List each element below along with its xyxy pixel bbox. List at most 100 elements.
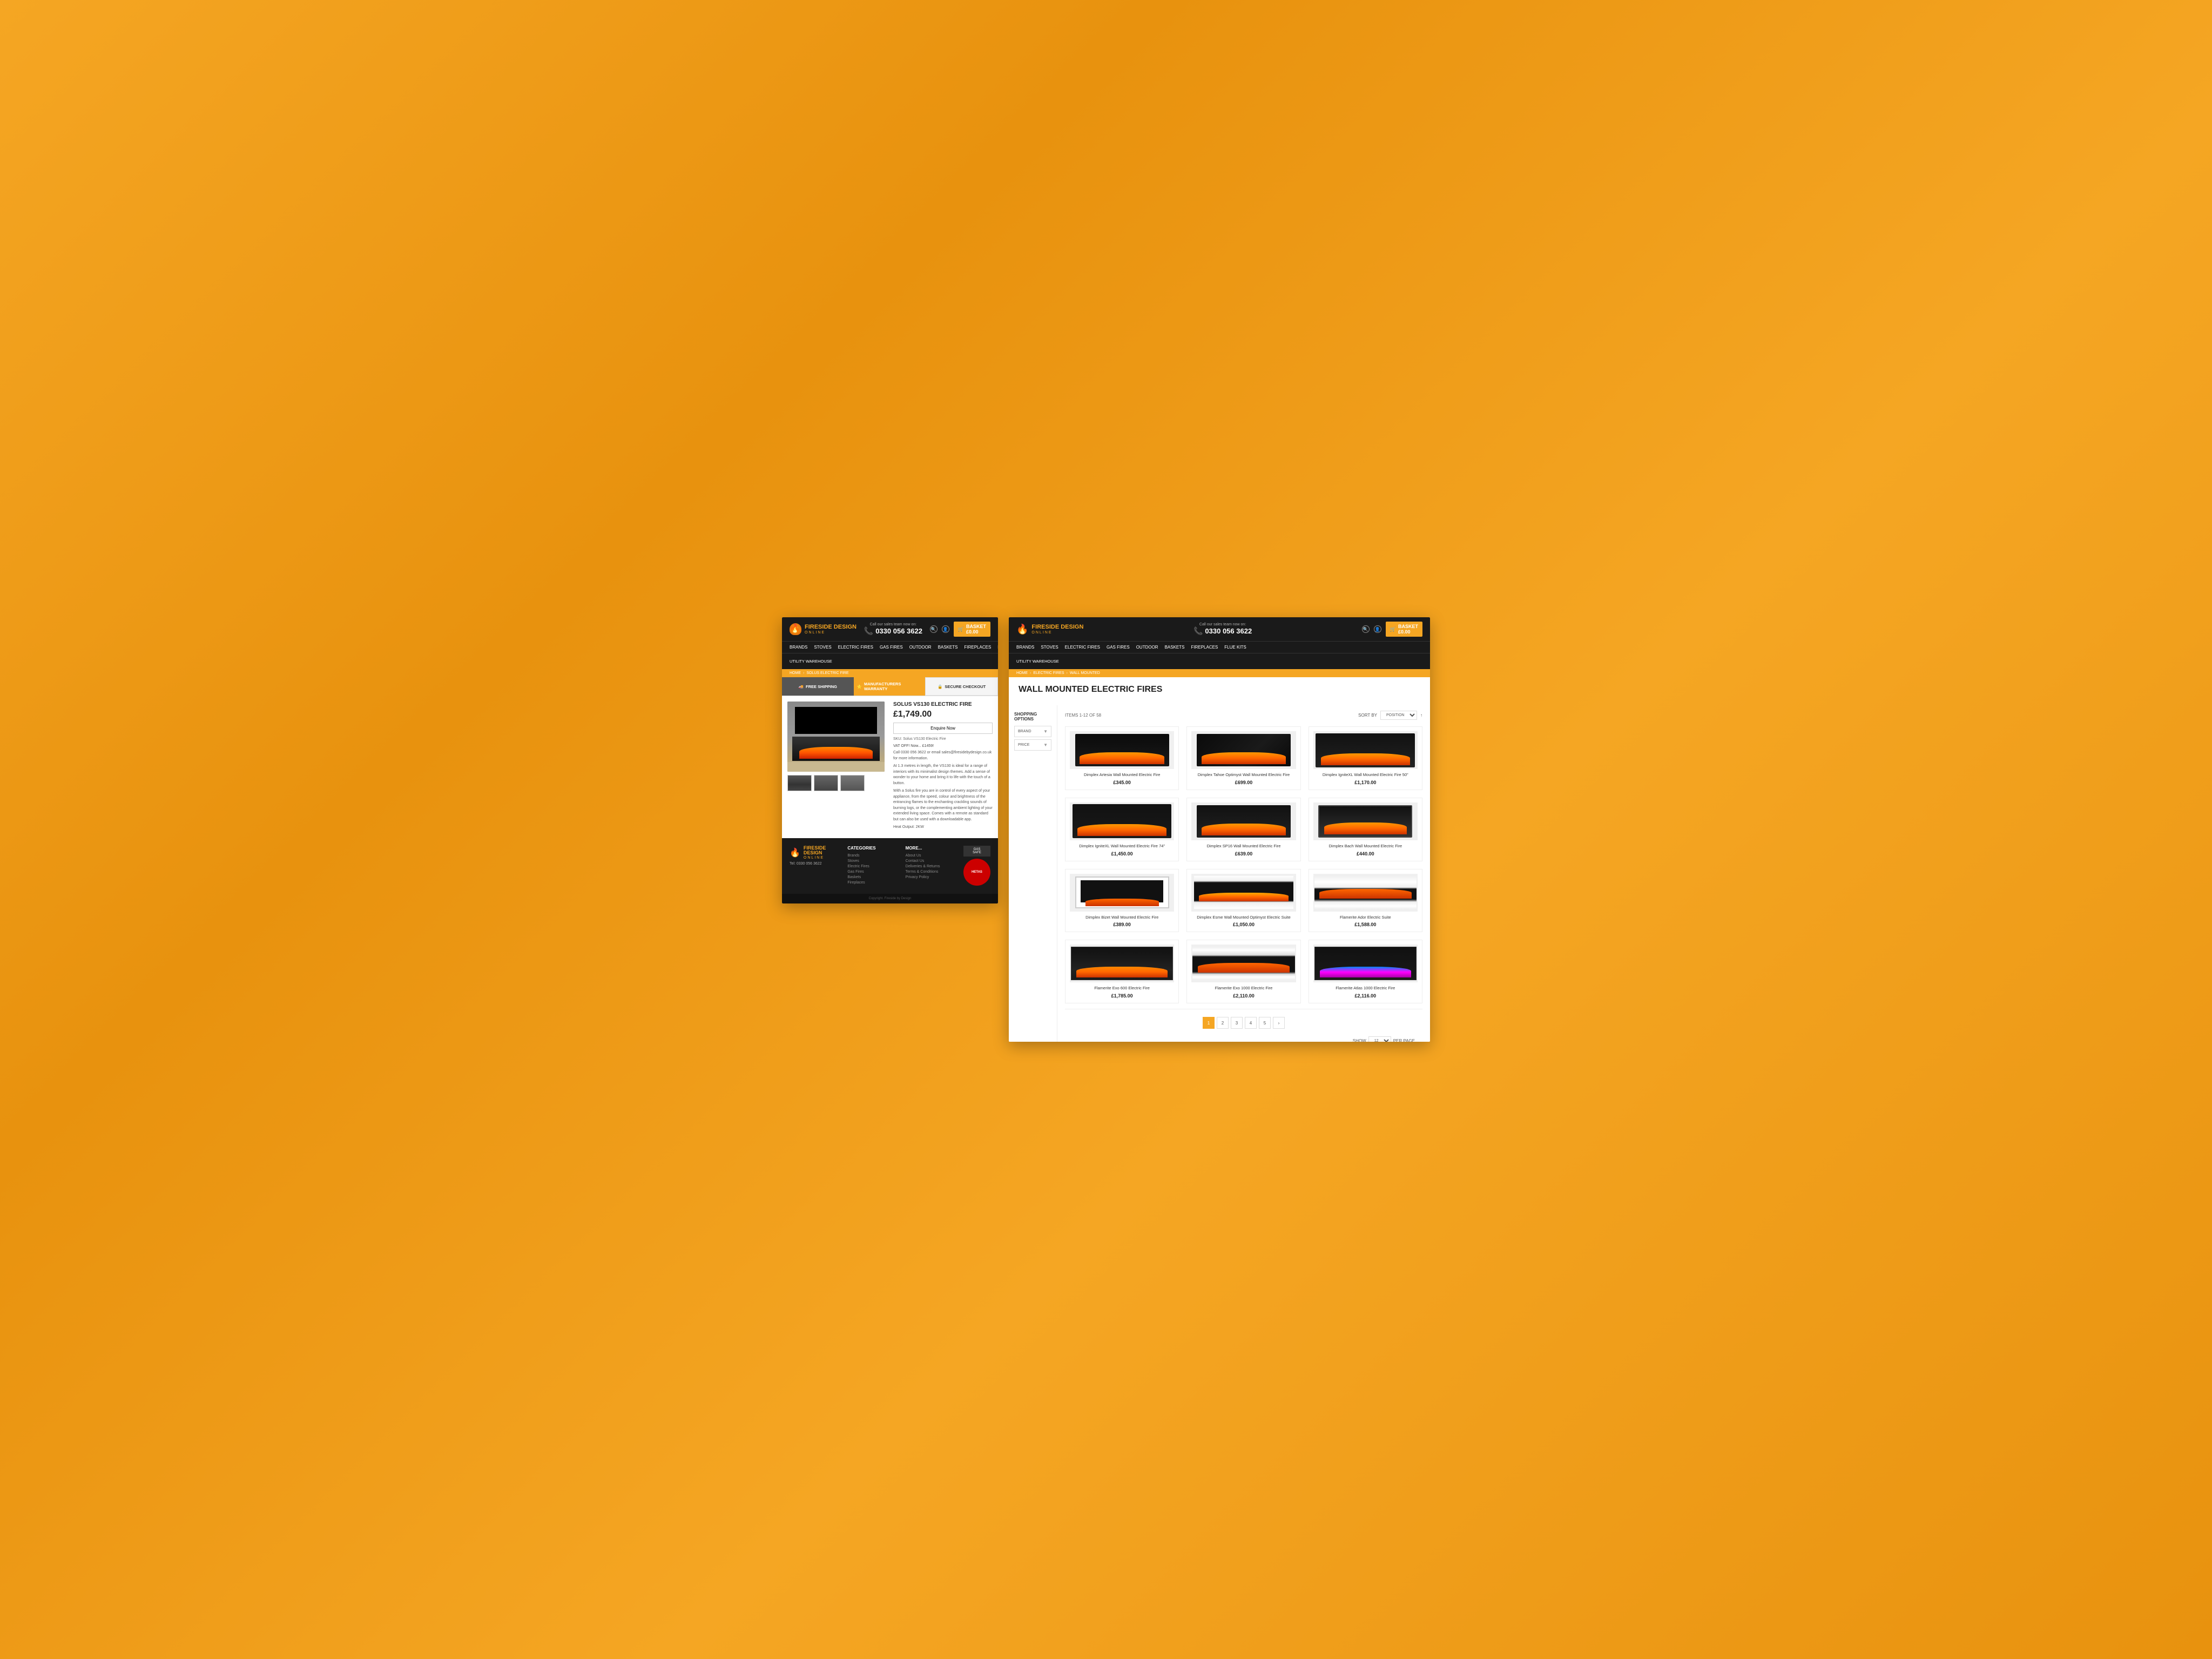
nav-utility[interactable]: UTILITY WAREHOUSE bbox=[790, 656, 990, 667]
product-card-artesia[interactable]: Dimplex Artesia Wall Mounted Electric Fi… bbox=[1065, 726, 1179, 790]
footer-more: MORE... About Us Contact Us Deliveries &… bbox=[906, 846, 956, 886]
cat-nav-utility[interactable]: UTILITY WAREHOUSE bbox=[1016, 656, 1422, 667]
sort-select[interactable]: POSITION bbox=[1380, 711, 1417, 720]
product-card-exo1000[interactable]: Flamerite Exo 1000 Electric Fire £2,110.… bbox=[1186, 940, 1300, 1003]
footer-baskets[interactable]: Baskets bbox=[847, 875, 898, 879]
cat-basket-button[interactable]: 🛒 BASKET £0.00 bbox=[1386, 622, 1422, 637]
cat-account-icon[interactable]: 👤 bbox=[1374, 625, 1381, 633]
cat-nav-fireplaces[interactable]: FIREPLACES bbox=[1191, 642, 1218, 653]
cat-bc-home[interactable]: HOME bbox=[1016, 671, 1028, 675]
breadcrumb-home[interactable]: HOME bbox=[790, 671, 801, 675]
product-card-exo600[interactable]: Flamerite Exo 600 Electric Fire £1,785.0… bbox=[1065, 940, 1179, 1003]
footer-about[interactable]: About Us bbox=[906, 854, 956, 858]
footer-fireplaces[interactable]: Fireplaces bbox=[847, 881, 898, 885]
fireplace-img-ignitexl74 bbox=[1073, 804, 1172, 838]
footer-brands[interactable]: Brands bbox=[847, 854, 898, 858]
product-card-ignitexl74[interactable]: Dimplex IgniteXL Wall Mounted Electric F… bbox=[1065, 798, 1179, 861]
fireplace-img-tahoe bbox=[1197, 734, 1291, 766]
product-card-bizet[interactable]: Dimplex Bizet Wall Mounted Electric Fire… bbox=[1065, 869, 1179, 933]
product-card-ador[interactable]: Flamerite Ador Electric Suite £1,588.00 bbox=[1309, 869, 1422, 933]
product-price-ador: £1,588.00 bbox=[1313, 922, 1418, 927]
cat-bc-electric[interactable]: ELECTRIC FIRES bbox=[1033, 671, 1064, 675]
promo-free-shipping: 🚚 FREE SHIPPING bbox=[782, 677, 854, 696]
thumbnail-3[interactable] bbox=[840, 775, 865, 791]
product-price-atlas: £2,116.00 bbox=[1313, 993, 1418, 999]
footer-contact[interactable]: Contact Us bbox=[906, 859, 956, 863]
category-page-card: 🔥 FIRESIDE DESIGN ONLINE Call our sales … bbox=[1009, 617, 1430, 1042]
nav-electric[interactable]: ELECTRIC FIRES bbox=[838, 642, 873, 653]
footer-online: ONLINE bbox=[804, 856, 840, 860]
cat-search-icon[interactable]: 🔍 bbox=[1362, 625, 1370, 633]
footer-stoves[interactable]: Stoves bbox=[847, 859, 898, 863]
nav-brands[interactable]: BRANDS bbox=[790, 642, 807, 653]
price-filter[interactable]: PRICE ▼ bbox=[1014, 739, 1051, 751]
nav-stoves[interactable]: STOVES bbox=[814, 642, 831, 653]
cat-nav-gas[interactable]: GAS FIRES bbox=[1107, 642, 1130, 653]
sort-direction-icon[interactable]: ↑ bbox=[1420, 713, 1422, 718]
logo-flame-icon: 🔥 bbox=[790, 623, 801, 635]
category-layout: SHOPPING OPTIONS BRAND ▼ PRICE ▼ ITEMS 1… bbox=[1009, 705, 1430, 1042]
product-img-atlas bbox=[1313, 945, 1418, 982]
footer-electric[interactable]: Electric Fires bbox=[847, 865, 898, 868]
search-icon[interactable]: 🔍 bbox=[930, 625, 938, 633]
product-name-exo600: Flamerite Exo 600 Electric Fire bbox=[1070, 986, 1174, 991]
cat-basket-amount: £0.00 bbox=[1398, 629, 1418, 635]
product-card-esme[interactable]: Dimplex Esme Wall Mounted Optimyst Elect… bbox=[1186, 869, 1300, 933]
enquire-button[interactable]: Enquire Now bbox=[893, 723, 993, 734]
nav-gas[interactable]: GAS FIRES bbox=[880, 642, 903, 653]
product-card-bach[interactable]: Dimplex Bach Wall Mounted Electric Fire … bbox=[1309, 798, 1422, 861]
cat-nav-stoves[interactable]: STOVES bbox=[1041, 642, 1058, 653]
cat-logo[interactable]: 🔥 FIRESIDE DESIGN ONLINE bbox=[1016, 624, 1083, 635]
page-btn-5[interactable]: 5 bbox=[1259, 1017, 1271, 1029]
account-icon[interactable]: 👤 bbox=[942, 625, 949, 633]
cat-nav-outdoor[interactable]: OUTDOOR bbox=[1136, 642, 1158, 653]
cat-nav-brands[interactable]: BRANDS bbox=[1016, 642, 1034, 653]
nav-baskets[interactable]: BASKETS bbox=[938, 642, 958, 653]
footer-deliveries[interactable]: Deliveries & Returns bbox=[906, 865, 956, 868]
items-count: ITEMS 1-12 OF 58 bbox=[1065, 713, 1101, 718]
cat-phone-number[interactable]: 0330 056 3622 bbox=[1205, 627, 1252, 635]
cat-nav-electric[interactable]: ELECTRIC FIRES bbox=[1065, 642, 1100, 653]
cat-nav-baskets[interactable]: BASKETS bbox=[1165, 642, 1185, 653]
footer-gas[interactable]: Gas Fires bbox=[847, 870, 898, 874]
flames-ignitexl74 bbox=[1077, 824, 1166, 836]
thumbnail-2[interactable] bbox=[814, 775, 838, 791]
footer-privacy[interactable]: Privacy Policy bbox=[906, 875, 956, 879]
product-thumbnails bbox=[787, 775, 885, 791]
page-btn-3[interactable]: 3 bbox=[1231, 1017, 1243, 1029]
page-btn-next[interactable]: › bbox=[1273, 1017, 1285, 1029]
footer-terms[interactable]: Terms & Conditions bbox=[906, 870, 956, 874]
phone-label: Call our sales team now on: bbox=[864, 623, 922, 626]
cat-nav-flue[interactable]: FLUE KITS bbox=[1224, 642, 1246, 653]
basket-amount: £0.00 bbox=[966, 629, 986, 635]
thumb-img-1 bbox=[788, 775, 811, 791]
product-card-sp16[interactable]: Dimplex SP16 Wall Mounted Electric Fire … bbox=[1186, 798, 1300, 861]
nav-flue[interactable]: FLUE KITS bbox=[997, 642, 998, 653]
cat-brand-name: FIRESIDE DESIGN bbox=[1031, 624, 1083, 630]
page-btn-4[interactable]: 4 bbox=[1245, 1017, 1257, 1029]
product-card-ignitexl50[interactable]: Dimplex IgniteXL Wall Mounted Electric F… bbox=[1309, 726, 1422, 790]
sort-area: SORT BY POSITION ↑ bbox=[1358, 711, 1422, 720]
per-page-select[interactable]: 12 bbox=[1368, 1036, 1391, 1042]
logo[interactable]: 🔥 FIRESIDE DESIGN ONLINE bbox=[790, 623, 857, 635]
product-card-tahoe[interactable]: Dimplex Tahoe Optimyst Wall Mounted Elec… bbox=[1186, 726, 1300, 790]
footer-badges: GASSAFE HETAS bbox=[963, 846, 990, 886]
cat-logo-flame: 🔥 bbox=[1016, 624, 1028, 635]
phone-number[interactable]: 0330 056 3622 bbox=[875, 627, 922, 635]
cat-bc-wall[interactable]: WALL MOUNTED bbox=[1070, 671, 1100, 675]
brand-filter[interactable]: BRAND ▼ bbox=[1014, 726, 1051, 737]
basket-button[interactable]: 🛒 BASKET £0.00 bbox=[954, 622, 990, 637]
breadcrumb-product[interactable]: SOLUS ELECTRIC FIRE bbox=[806, 671, 848, 675]
product-price-tahoe: £699.00 bbox=[1191, 780, 1296, 785]
nav-fireplaces[interactable]: FIREPLACES bbox=[964, 642, 991, 653]
page-btn-1[interactable]: 1 bbox=[1203, 1017, 1215, 1029]
logo-text-block: FIRESIDE DESIGN ONLINE bbox=[805, 624, 857, 634]
product-main-image bbox=[787, 702, 885, 772]
product-img-ignitexl50 bbox=[1313, 731, 1418, 769]
nav-outdoor[interactable]: OUTDOOR bbox=[909, 642, 932, 653]
product-price-ignitexl50: £1,170.00 bbox=[1313, 780, 1418, 785]
product-name-tahoe: Dimplex Tahoe Optimyst Wall Mounted Elec… bbox=[1191, 772, 1296, 778]
thumbnail-1[interactable] bbox=[787, 775, 812, 791]
product-card-atlas[interactable]: Flamerite Atlas 1000 Electric Fire £2,11… bbox=[1309, 940, 1422, 1003]
page-btn-2[interactable]: 2 bbox=[1217, 1017, 1229, 1029]
